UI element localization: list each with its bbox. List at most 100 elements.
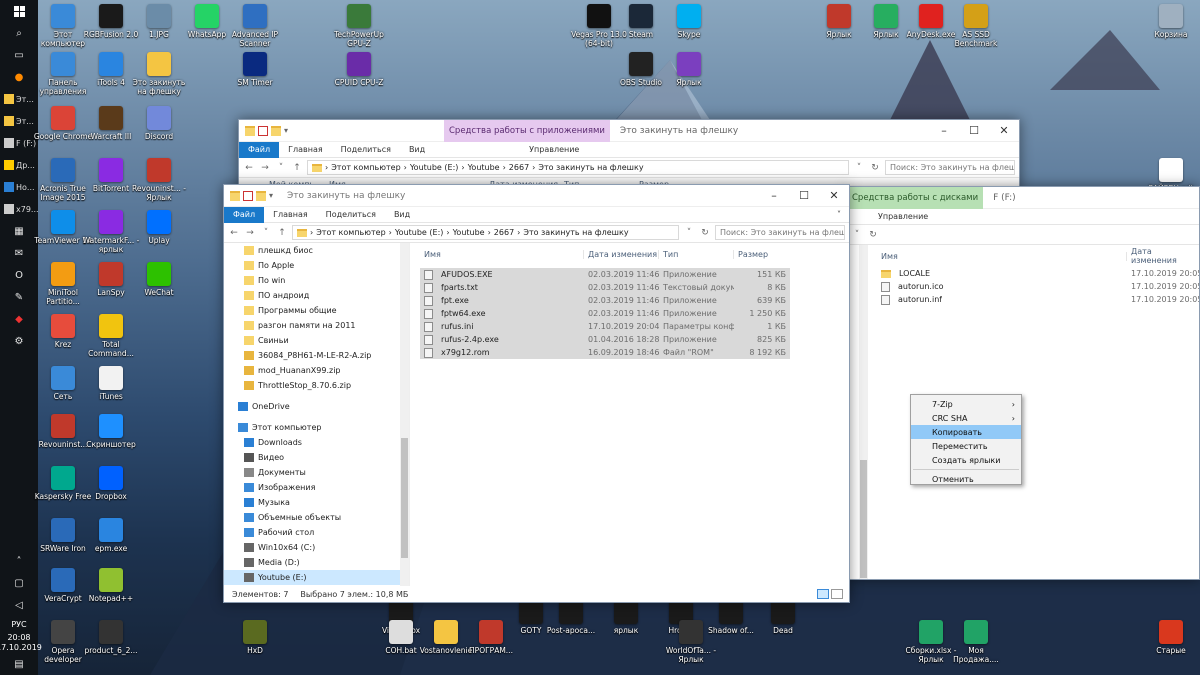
chevron-down-icon[interactable]: ˅ (275, 163, 287, 173)
context-menu-item[interactable]: 7-Zip › (911, 397, 1021, 411)
desktop-icon[interactable]: Скриншотер (80, 414, 142, 449)
nav-item[interactable]: Рабочий стол (224, 525, 409, 540)
tab-home[interactable]: Главная (279, 142, 332, 158)
column-type[interactable]: Тип (659, 249, 734, 259)
nav-item[interactable]: Win10x64 (C:) (224, 540, 409, 555)
up-arrow-icon[interactable]: ↑ (291, 163, 303, 173)
desktop-icon[interactable]: Uplay (128, 210, 190, 245)
nav-item[interactable]: mod_HuananX99.zip (224, 363, 409, 378)
file-row[interactable]: LOCALE 17.10.2019 20:05 (877, 267, 1199, 280)
desktop-icon[interactable]: Skype (658, 4, 720, 39)
file-row[interactable]: fptw64.exe 02.03.2019 11:46 Приложение 1 25… (420, 307, 790, 320)
desktop-icon[interactable]: Корзина (1140, 4, 1200, 39)
nav-item[interactable]: Программы общие (224, 303, 409, 318)
tab-share[interactable]: Поделиться (317, 207, 385, 223)
nav-item[interactable]: ПО андроид (224, 288, 409, 303)
breadcrumb-drive[interactable]: Youtube (E:) (410, 163, 459, 172)
tab-file[interactable]: Файл (224, 206, 265, 223)
nav-item[interactable]: Youtube (E:) (224, 570, 409, 585)
column-size[interactable]: Размер (734, 250, 790, 259)
desktop-icon[interactable]: WorldOfTa... - Ярлык (660, 620, 722, 664)
search-input[interactable]: Поиск: Это закинуть на флешку (715, 225, 845, 240)
tab-share[interactable]: Поделиться (332, 142, 400, 158)
forward-arrow-icon[interactable]: → (259, 163, 271, 173)
nav-item[interactable]: Этот компьютер (224, 420, 409, 435)
breadcrumb-this-pc[interactable]: Этот компьютер (331, 163, 400, 172)
tab-manage[interactable]: Управление (869, 209, 937, 225)
nav-item[interactable]: Объемные объекты (224, 510, 409, 525)
nav-item[interactable]: ThrottleStop_8.70.6.zip (224, 378, 409, 393)
breadcrumb-2667[interactable]: 2667 (509, 163, 529, 172)
desktop-icon[interactable]: iTunes (80, 366, 142, 401)
desktop-icon[interactable]: Моя Продажа.... (945, 620, 1007, 664)
properties-icon[interactable] (258, 125, 268, 136)
maximize-button[interactable]: ☐ (959, 120, 989, 142)
explorer-window-main[interactable]: ▾ Это закинуть на флешку – ☐ ✕ Файл Глав… (223, 184, 850, 603)
scrollbar-thumb[interactable] (860, 460, 867, 578)
nav-item[interactable]: Музыка (224, 495, 409, 510)
tab-view[interactable]: Вид (400, 142, 434, 158)
breadcrumb-2667[interactable]: 2667 (494, 228, 514, 237)
file-row[interactable]: autorun.ico 17.10.2019 20:05 (877, 280, 1199, 293)
minimize-button[interactable]: – (759, 185, 789, 207)
desktop-icon[interactable]: Total Command... (80, 314, 142, 358)
ribbon-expand-icon[interactable]: ˅ (828, 207, 849, 223)
tab-file[interactable]: Файл (239, 141, 280, 158)
nav-item[interactable]: По win (224, 273, 409, 288)
context-menu-item[interactable]: Переместить (911, 439, 1021, 453)
nav-item[interactable]: разгон памяти на 2011 (224, 318, 409, 333)
chevron-down-icon[interactable]: ˅ (260, 228, 272, 238)
desktop-icon[interactable]: Discord (128, 106, 190, 141)
app-tools-tab[interactable]: Средства работы с приложениями (444, 120, 610, 142)
file-row[interactable]: fpt.exe 02.03.2019 11:46 Приложение 639 КБ (420, 294, 790, 307)
nav-item[interactable]: Downloads (224, 435, 409, 450)
desktop-icon[interactable]: Revouninst... - Ярлык (128, 158, 190, 202)
title-bar[interactable]: ▾ Средства работы с приложениями Это зак… (239, 120, 1019, 142)
breadcrumb-current[interactable]: Это закинуть на флешку (523, 228, 628, 237)
breadcrumb-this-pc[interactable]: Этот компьютер (316, 228, 385, 237)
scrollbar-thumb[interactable] (401, 438, 408, 558)
scrollbar-vertical[interactable] (859, 245, 868, 579)
desktop-icon[interactable]: Advanced IP Scanner (224, 4, 286, 48)
file-row[interactable]: autorun.inf 17.10.2019 20:05 (877, 293, 1199, 306)
file-row[interactable]: rufus.ini 17.10.2019 20:04 Параметры конф.… (420, 320, 790, 333)
forward-arrow-icon[interactable]: → (244, 228, 256, 238)
language-indicator[interactable]: РУС (11, 620, 26, 629)
title-bar[interactable]: ▾ Это закинуть на флешку – ☐ ✕ (224, 185, 849, 207)
column-date[interactable]: Дата изменения (1127, 247, 1199, 265)
new-folder-icon[interactable] (271, 125, 281, 136)
close-button[interactable]: ✕ (819, 185, 849, 207)
dropdown-icon[interactable]: ▾ (284, 126, 294, 136)
desktop-icon[interactable]: ПРОГРАМ... (460, 620, 522, 655)
nav-item[interactable]: плешкд биос (224, 243, 409, 258)
context-menu-item[interactable]: Копировать (911, 425, 1021, 439)
context-menu-item[interactable]: Создать ярлыки (911, 453, 1021, 467)
up-arrow-icon[interactable]: ↑ (276, 228, 288, 238)
desktop-icon[interactable]: Dropbox (80, 466, 142, 501)
nav-item[interactable]: Изображения (224, 480, 409, 495)
desktop-icon[interactable]: WeChat (128, 262, 190, 297)
refresh-icon[interactable]: ↻ (867, 230, 879, 240)
desktop-icon[interactable]: Ярлык (658, 52, 720, 87)
desktop-icon[interactable]: epm.exe (80, 518, 142, 553)
file-row[interactable]: x79g12.rom 16.09.2019 18:46 Файл "ROM" 8 19… (420, 346, 790, 359)
desktop-icon[interactable]: product_6_2... (80, 620, 142, 655)
column-date[interactable]: Дата изменения (584, 249, 659, 259)
scrollbar-vertical[interactable] (400, 243, 409, 586)
file-row[interactable]: fparts.txt 02.03.2019 11:46 Текстовый доку… (420, 281, 790, 294)
tab-home[interactable]: Главная (264, 207, 317, 223)
maximize-button[interactable]: ☐ (789, 185, 819, 207)
explorer-window-f-drive[interactable]: Средства работы с дисками F (F:) Управле… (846, 186, 1200, 580)
nav-item[interactable]: По Apple (224, 258, 409, 273)
desktop-icon[interactable]: Notepad++ (80, 568, 142, 603)
desktop-icon[interactable]: Dead (752, 600, 814, 635)
nav-item[interactable]: Media (D:) (224, 555, 409, 570)
nav-item[interactable]: Документы (224, 465, 409, 480)
properties-icon[interactable] (243, 190, 253, 201)
breadcrumb-youtube[interactable]: Youtube (468, 163, 500, 172)
desktop-icon[interactable]: HxD (224, 620, 286, 655)
close-button[interactable]: ✕ (989, 120, 1019, 142)
context-menu-item[interactable]: CRC SHA › (911, 411, 1021, 425)
breadcrumb-drive[interactable]: Youtube (E:) (395, 228, 444, 237)
nav-item[interactable]: 36084_P8H61-M-LE-R2-A.zip (224, 348, 409, 363)
